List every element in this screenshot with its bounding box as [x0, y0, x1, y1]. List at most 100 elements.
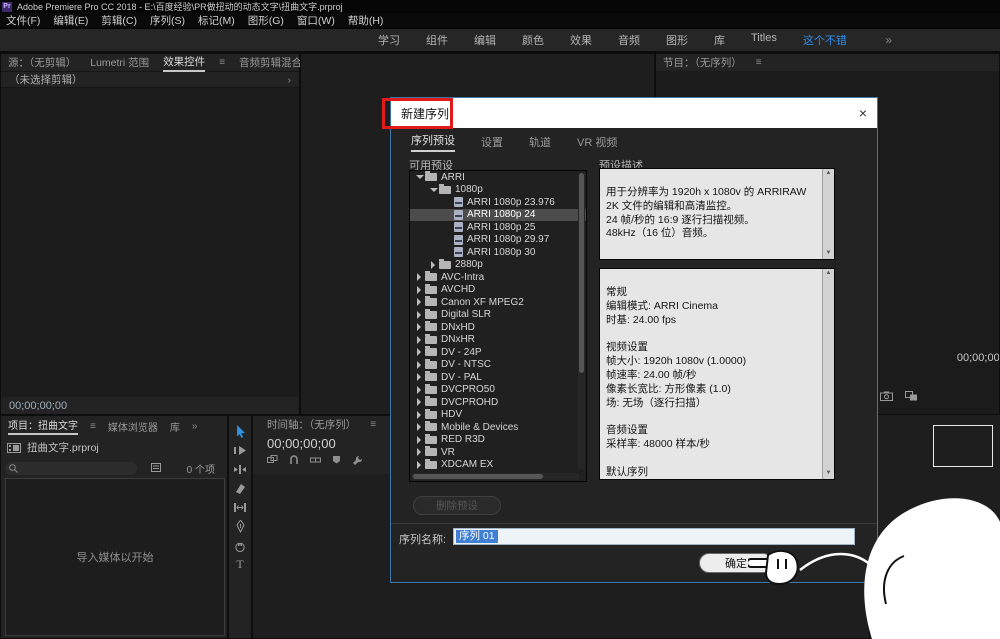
description-scrollbar[interactable]: ▲▼ — [822, 169, 834, 259]
dialog-tab[interactable]: 序列预设 — [411, 132, 455, 152]
expand-icon[interactable] — [415, 386, 424, 394]
search-input[interactable] — [5, 462, 137, 475]
workspace-tab[interactable]: 这个不错 — [803, 32, 847, 48]
expand-icon[interactable] — [415, 436, 424, 444]
preset-folder-row[interactable]: DNxHD — [410, 321, 586, 334]
expand-icon[interactable] — [415, 461, 424, 469]
left-panel-tab[interactable]: 效果控件 — [163, 54, 205, 72]
export-frame-camera-icon[interactable] — [880, 391, 893, 401]
menu-item[interactable]: 窗口(W) — [297, 13, 335, 28]
panel-overflow-icon[interactable]: » — [192, 421, 198, 432]
scroll-down-icon[interactable]: ▼ — [826, 470, 832, 478]
expand-icon[interactable] — [415, 411, 424, 419]
menu-item[interactable]: 图形(G) — [248, 13, 284, 28]
linked-selection-icon[interactable] — [310, 455, 321, 465]
workspace-overflow-icon[interactable]: » — [885, 33, 892, 47]
expand-icon[interactable] — [415, 323, 424, 331]
workspace-tab[interactable]: 效果 — [570, 32, 592, 48]
expand-icon[interactable] — [429, 261, 438, 269]
track-select-tool[interactable] — [232, 443, 248, 458]
preset-folder-row[interactable]: ARRI — [410, 171, 586, 184]
details-scrollbar[interactable]: ▲▼ — [822, 269, 834, 479]
scroll-up-icon[interactable]: ▲ — [826, 270, 832, 278]
expand-icon[interactable] — [415, 373, 424, 381]
preset-row[interactable]: ARRI 1080p 24 — [410, 209, 586, 222]
preset-folder-row[interactable]: DNxHR — [410, 334, 586, 347]
dialog-tab[interactable]: 设置 — [481, 134, 503, 150]
expand-icon[interactable] — [415, 348, 424, 356]
panel-menu-icon[interactable]: ≡ — [90, 421, 96, 432]
workspace-tab[interactable]: 音频 — [618, 32, 640, 48]
type-tool[interactable]: T — [232, 557, 248, 572]
timeline-settings-wrench-icon[interactable] — [352, 455, 363, 466]
preset-folder-row[interactable]: Mobile & Devices — [410, 421, 586, 434]
menu-item[interactable]: 剪辑(C) — [101, 13, 137, 28]
dialog-tab[interactable]: VR 视频 — [577, 134, 617, 150]
preset-folder-row[interactable]: AVCHD — [410, 284, 586, 297]
snap-magnet-icon[interactable] — [289, 455, 299, 465]
tree-horizontal-scrollbar[interactable] — [411, 473, 579, 480]
tree-vertical-scrollbar[interactable] — [578, 173, 585, 469]
razor-tool[interactable] — [232, 481, 248, 496]
close-icon[interactable]: × — [859, 105, 867, 121]
expand-icon[interactable] — [415, 273, 424, 281]
collapse-icon[interactable] — [415, 173, 424, 181]
expand-icon[interactable] — [415, 423, 424, 431]
preset-folder-row[interactable]: DV - PAL — [410, 371, 586, 384]
expand-icon[interactable] — [415, 448, 424, 456]
ripple-edit-tool[interactable] — [232, 462, 248, 477]
project-panel-tab[interactable]: 库 — [170, 419, 180, 434]
workspace-tab[interactable]: 学习 — [378, 32, 400, 48]
workspace-tab[interactable]: 编辑 — [474, 32, 496, 48]
preset-folder-row[interactable]: Canon XF MPEG2 — [410, 296, 586, 309]
project-panel-tab[interactable]: 项目：扭曲文字 — [8, 417, 78, 435]
menu-item[interactable]: 文件(F) — [6, 13, 40, 28]
preset-folder-row[interactable]: DVCPRO50 — [410, 384, 586, 397]
preset-row[interactable]: ARRI 1080p 29.97 — [410, 234, 586, 247]
workspace-tab[interactable]: 图形 — [666, 32, 688, 48]
delete-preset-button[interactable]: 删除预设 — [413, 496, 501, 515]
expand-icon[interactable] — [415, 286, 424, 294]
preset-row[interactable]: ARRI 1080p 23.976 — [410, 196, 586, 209]
preset-folder-row[interactable]: 1080p — [410, 184, 586, 197]
comparison-view-icon[interactable] — [905, 391, 918, 401]
pen-tool[interactable] — [232, 519, 248, 534]
expand-icon[interactable] — [415, 336, 424, 344]
collapse-icon[interactable] — [429, 186, 438, 194]
preset-folder-row[interactable]: DV - NTSC — [410, 359, 586, 372]
preset-folder-row[interactable]: HDV — [410, 409, 586, 422]
menu-item[interactable]: 标记(M) — [198, 13, 235, 28]
dialog-titlebar[interactable]: 新建序列 × — [391, 98, 877, 128]
insert-overwrite-icon[interactable] — [267, 455, 278, 465]
preset-folder-row[interactable]: 2880p — [410, 259, 586, 272]
expand-icon[interactable] — [415, 311, 424, 319]
expand-icon[interactable] — [415, 361, 424, 369]
menu-item[interactable]: 编辑(E) — [53, 13, 88, 28]
scrollbar-thumb[interactable] — [413, 474, 543, 479]
preset-folder-row[interactable]: AVC-Intra — [410, 271, 586, 284]
preset-folder-row[interactable]: VR — [410, 446, 586, 459]
selection-tool[interactable] — [232, 424, 248, 439]
menu-item[interactable]: 帮助(H) — [348, 13, 384, 28]
workspace-tab[interactable]: 库 — [714, 32, 725, 48]
slip-tool[interactable] — [232, 500, 248, 515]
expand-icon[interactable] — [415, 298, 424, 306]
preset-folder-row[interactable]: RED R3D — [410, 434, 586, 447]
panel-menu-icon[interactable]: ≡ — [756, 57, 762, 68]
preset-row[interactable]: ARRI 1080p 25 — [410, 221, 586, 234]
preset-folder-row[interactable]: XDCAM EX — [410, 459, 586, 472]
preset-row[interactable]: ARRI 1080p 30 — [410, 246, 586, 259]
panel-menu-icon[interactable]: ≡ — [219, 57, 225, 68]
panel-menu-icon[interactable]: ≡ — [370, 419, 376, 430]
list-view-icon[interactable] — [151, 459, 161, 477]
left-panel-tab[interactable]: Lumetri 范围 — [90, 55, 149, 70]
scroll-up-icon[interactable]: ▲ — [826, 170, 832, 178]
preset-folder-row[interactable]: Digital SLR — [410, 309, 586, 322]
workspace-tab[interactable]: Titles — [751, 32, 777, 48]
preset-folder-row[interactable]: DVCPROHD — [410, 396, 586, 409]
tab-program[interactable]: 节目：（无序列） — [663, 55, 742, 70]
preset-folder-row[interactable]: DV - 24P — [410, 346, 586, 359]
chevron-right-icon[interactable]: › — [288, 74, 292, 86]
project-media-area[interactable]: 导入媒体以开始 — [5, 478, 225, 636]
project-panel-tab[interactable]: 媒体浏览器 — [108, 419, 158, 434]
